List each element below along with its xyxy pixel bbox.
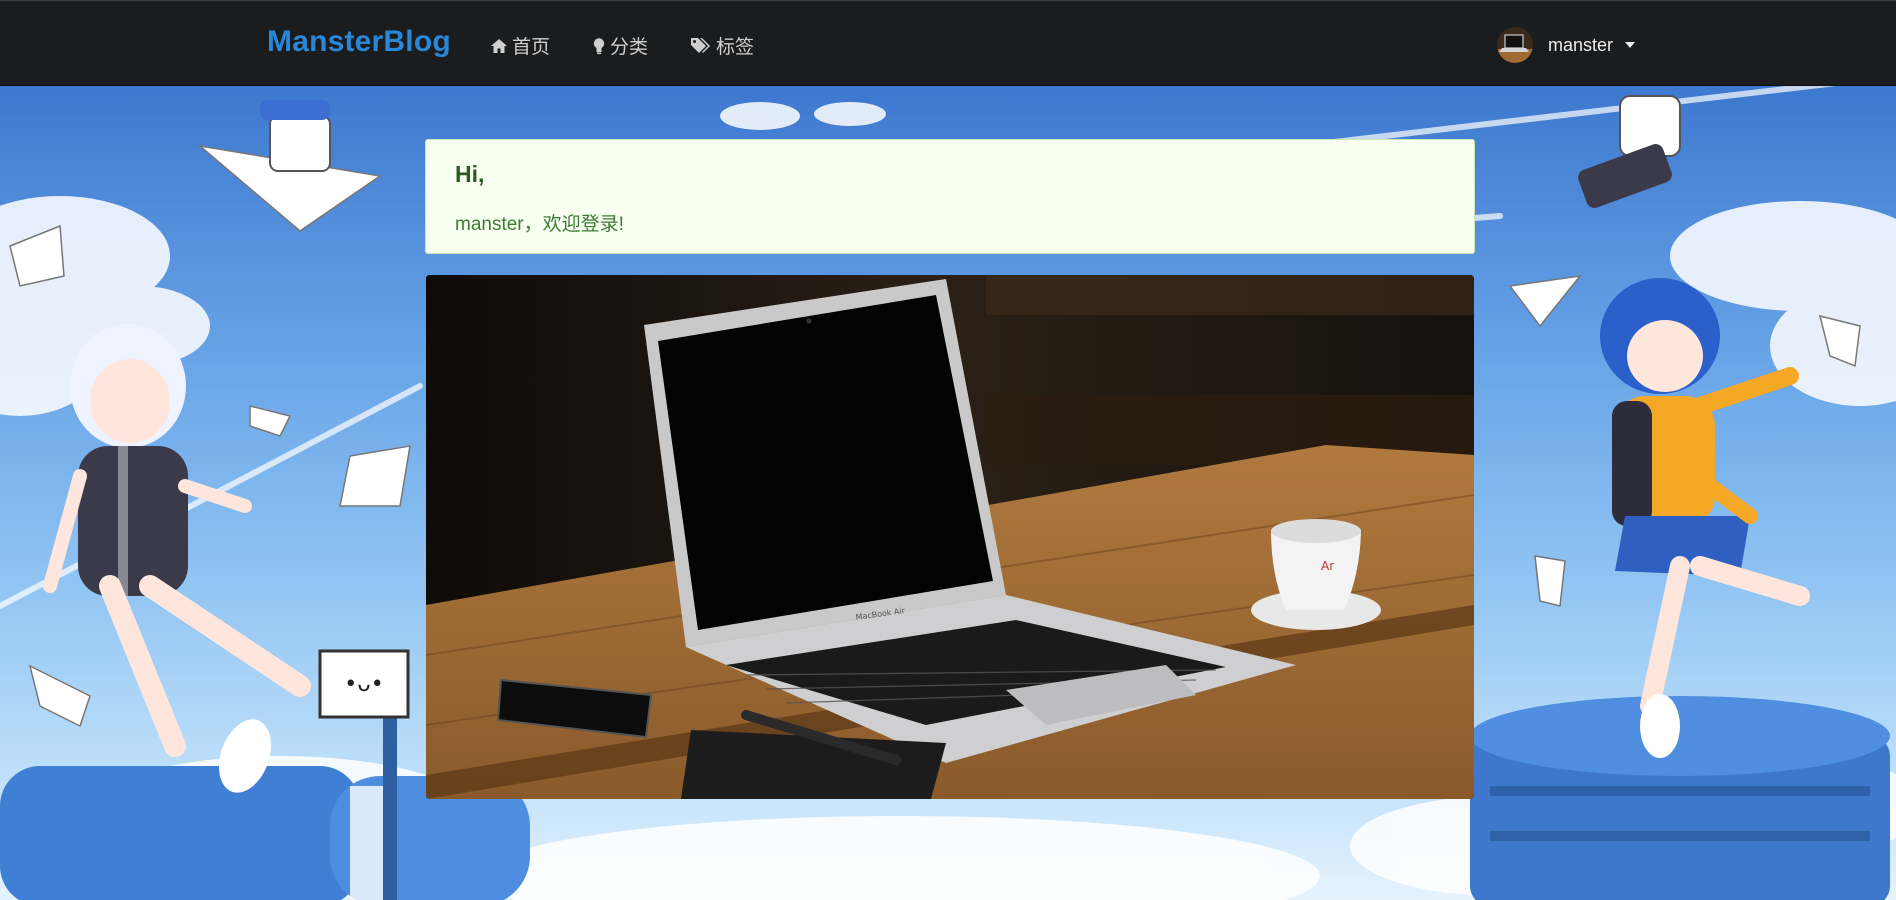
alert-title: Hi,: [455, 161, 485, 187]
user-menu-dropdown[interactable]: manster: [1497, 27, 1636, 63]
nav-category-label: 分类: [610, 37, 649, 58]
welcome-alert: Hi, manster，欢迎登录!: [425, 139, 1475, 254]
chevron-down-icon: [1625, 42, 1636, 48]
nav-category-link[interactable]: 分类: [592, 32, 648, 59]
user-name: manster: [1548, 34, 1614, 55]
svg-text:•ᴗ•: •ᴗ•: [344, 672, 383, 697]
cup-brand-text: Ar: [1321, 559, 1334, 573]
nav-tags-link[interactable]: 标签: [690, 32, 754, 59]
tags-icon: [690, 37, 712, 54]
lightbulb-icon: [592, 37, 606, 55]
top-navbar: MansterBlog 首页 分类 标签 manster: [0, 0, 1896, 86]
nav-tags-label: 标签: [716, 37, 755, 58]
hero-image-laptop-desk: MacBook Air Ar: [426, 275, 1474, 799]
nav-home-label: 首页: [512, 37, 551, 58]
alert-message: manster，欢迎登录!: [455, 214, 624, 235]
nav-home-link[interactable]: 首页: [490, 32, 550, 59]
laptop-avatar-icon: [1497, 27, 1533, 63]
home-icon: [490, 38, 508, 54]
brand-logo[interactable]: MansterBlog: [267, 25, 451, 59]
